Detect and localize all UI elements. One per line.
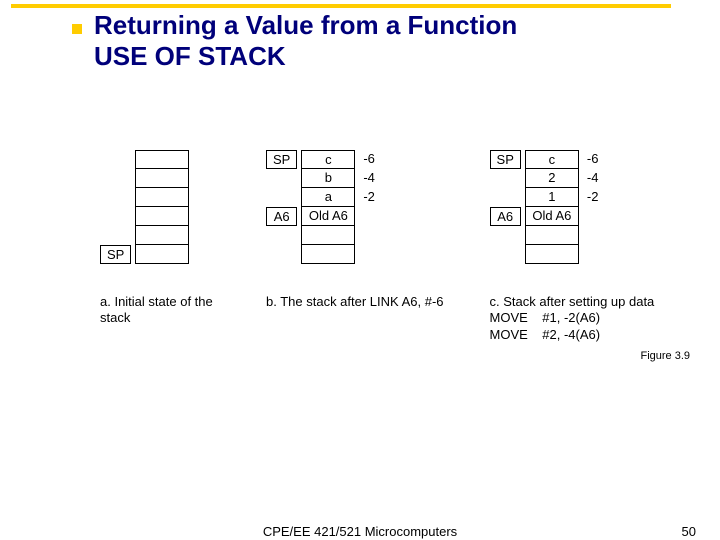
cell-b-a: a [301, 188, 355, 207]
caption-c-l3: MOVE #2, -4(A6) [490, 327, 601, 342]
sp-label-a: SP [100, 245, 131, 264]
sp-label-c: SP [490, 150, 521, 169]
off-c-c: -6 [587, 150, 599, 169]
cell-b-b: b [301, 169, 355, 188]
cell-c-c: c [525, 150, 579, 169]
a6-label-c: A6 [490, 207, 521, 226]
caption-c: c. Stack after setting up data MOVE #1, … [490, 294, 655, 343]
off-b-a: -2 [363, 188, 375, 207]
diagram-a: SP a. Initial state of the stack [100, 150, 220, 343]
title-bullet [72, 24, 82, 34]
caption-a: a. Initial state of the stack [100, 294, 220, 327]
cell-c-2: 2 [525, 169, 579, 188]
caption-b: b. The stack after LINK A6, #-6 [266, 294, 444, 310]
caption-c-l2: MOVE #1, -2(A6) [490, 310, 601, 325]
figure-label: Figure 3.9 [640, 350, 690, 362]
title-divider [11, 4, 671, 8]
footer-center: CPE/EE 421/521 Microcomputers [263, 524, 457, 539]
title-line-2: USE OF STACK [94, 41, 286, 71]
off-b-b: -4 [363, 169, 375, 188]
cell-c-1: 1 [525, 188, 579, 207]
diagram-b: SP A6 c b a Old A6 -6 -4 -2 b. The stack… [266, 150, 444, 343]
cell-b-olda6: Old A6 [301, 207, 355, 226]
off-b-c: -6 [363, 150, 375, 169]
stack-diagrams: SP a. Initial state of the stack SP A6 [100, 150, 660, 343]
title-line-1: Returning a Value from a Function [94, 10, 517, 40]
cell-c-olda6: Old A6 [525, 207, 579, 226]
slide-title: Returning a Value from a Function USE OF… [94, 10, 517, 72]
page-number: 50 [682, 524, 696, 539]
caption-c-l1: c. Stack after setting up data [490, 294, 655, 309]
off-c-2: -4 [587, 169, 599, 188]
off-c-1: -2 [587, 188, 599, 207]
diagram-c: SP A6 c 2 1 Old A6 -6 -4 -2 c. Stack aft… [490, 150, 655, 343]
cell-b-c: c [301, 150, 355, 169]
sp-label-b: SP [266, 150, 297, 169]
a6-label-b: A6 [266, 207, 297, 226]
